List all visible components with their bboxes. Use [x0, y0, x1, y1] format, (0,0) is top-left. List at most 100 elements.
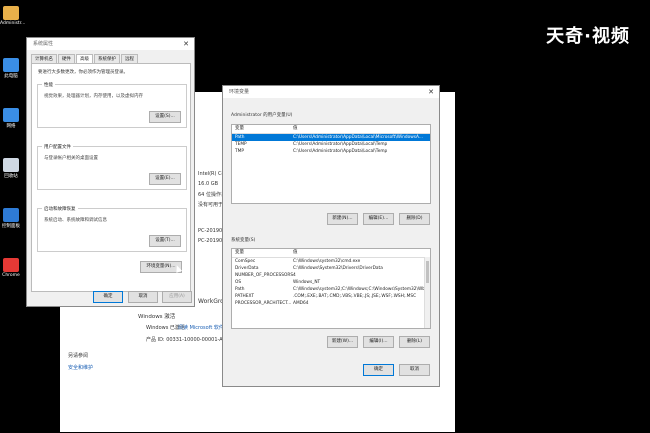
- cancel-button[interactable]: 取消: [128, 291, 158, 303]
- variable-name: Path: [235, 287, 245, 292]
- env-close-icon[interactable]: ✕: [428, 86, 434, 98]
- desktop-icon-label: 回收站: [4, 174, 18, 179]
- performance-group: 性能 视觉效果，处理器计划，内存使用，以及虚拟内存 设置(S)...: [37, 82, 187, 128]
- scrollbar[interactable]: [424, 257, 430, 328]
- startup-recovery-settings-button[interactable]: 设置(T)...: [149, 235, 181, 247]
- system-edit-button[interactable]: 编辑(I)...: [363, 336, 394, 348]
- apply-button[interactable]: 应用(A): [162, 291, 192, 303]
- administrator-folder-icon: [3, 6, 19, 20]
- computer-icon: [3, 58, 19, 72]
- variable-value: C:\Windows\system32\cmd.exe: [293, 259, 361, 264]
- environment-variables-dialog: 环境变量 ✕ Administrator 的用户变量(U) 变量 值 Path C…: [222, 85, 440, 387]
- system-properties-dialog: 系统属性 ✕ 计算机名 硬件 高级 系统保护 远程 要进行大多数更改，你必须作为管理员登…: [26, 37, 195, 307]
- user-variables-label: Administrator 的用户变量(U): [231, 113, 293, 118]
- startup-recovery-group: 启动和故障恢复 系统启动、系统故障和调试信息 设置(T)...: [37, 206, 187, 252]
- tab-item[interactable]: 计算机名: [31, 54, 57, 63]
- variable-value: C:\Windows\System32\Drivers\DriverData: [293, 266, 383, 271]
- table-row[interactable]: NUMBER_OF_PROCESSORS 4: [232, 272, 430, 279]
- desktop-icon-label: Chrome: [2, 273, 20, 278]
- system-delete-button[interactable]: 删除(L): [399, 336, 430, 348]
- desktop-icon-label: Administr...: [0, 21, 26, 26]
- desktop-icon[interactable]: 回收站: [0, 158, 22, 179]
- scrollbar-thumb[interactable]: [426, 261, 429, 283]
- variable-name: ComSpec: [235, 259, 256, 264]
- system-properties-title: 系统属性: [27, 38, 194, 50]
- chrome-icon: [3, 258, 19, 272]
- security-maintenance-link[interactable]: 安全和维护: [68, 364, 93, 371]
- memory-value: 16.0 GB: [198, 181, 219, 187]
- system-variables-table: 变量 值 ComSpec C:\Windows\system32\cmd.exe D…: [231, 248, 431, 329]
- desktop-icon[interactable]: Administr...: [0, 6, 26, 26]
- system-table-header: 变量 值: [232, 249, 430, 258]
- close-icon[interactable]: ✕: [183, 38, 189, 50]
- table-row[interactable]: DriverData C:\Windows\System32\Drivers\Dr…: [232, 265, 430, 272]
- variable-value: .COM;.EXE;.BAT;.CMD;.VBS;.VBE;.JS;.JSE;.…: [293, 294, 417, 299]
- variable-value: 4: [293, 273, 296, 278]
- table-row[interactable]: ComSpec C:\Windows\system32\cmd.exe: [232, 258, 430, 265]
- ok-button[interactable]: 确定: [93, 291, 123, 303]
- variable-value: Windows_NT: [293, 280, 321, 285]
- activation-heading: Windows 激活: [138, 314, 176, 320]
- table-row[interactable]: TEMP C:\Users\Administrator\AppData\Local…: [232, 141, 430, 148]
- col-variable: 变量: [235, 126, 244, 131]
- variable-name: Path: [235, 135, 245, 140]
- advanced-tab-panel: 要进行大多数更改，你必须作为管理员登录。 性能 视觉效果，处理器计划，内存使用，…: [31, 63, 191, 292]
- startup-recovery-desc: 系统启动、系统故障和调试信息: [44, 218, 107, 223]
- see-also-heading: 另请参阅: [68, 353, 89, 359]
- variable-value: C:\Windows\system32;C:\Windows;C:\Window…: [293, 287, 430, 292]
- desktop-icon[interactable]: Chrome: [0, 258, 22, 278]
- table-row[interactable]: TMP C:\Users\Administrator\AppData\Local\…: [232, 148, 430, 155]
- performance-desc: 视觉效果，处理器计划，内存使用，以及虚拟内存: [44, 94, 143, 99]
- tab-item[interactable]: 系统保护: [94, 54, 120, 63]
- user-edit-button[interactable]: 编辑(E)...: [363, 213, 394, 225]
- user-delete-button[interactable]: 删除(D): [399, 213, 430, 225]
- variable-name: TEMP: [235, 142, 247, 147]
- tab-item[interactable]: 远程: [121, 54, 138, 63]
- admin-note: 要进行大多数更改，你必须作为管理员登录。: [38, 70, 128, 75]
- table-row[interactable]: Path C:\Windows\system32;C:\Windows;C:\Wi…: [232, 286, 430, 293]
- table-row[interactable]: Path C:\Users\Administrator\AppData\Local…: [232, 134, 430, 141]
- variable-name: PATHEXT: [235, 294, 254, 299]
- variable-value: C:\Users\Administrator\AppData\Local\Tem…: [293, 149, 388, 154]
- desktop-icon-label: 控制面板: [2, 224, 20, 229]
- tab-item[interactable]: 高级: [76, 54, 93, 63]
- variable-name: TMP: [235, 149, 244, 154]
- variable-value: AMD64: [293, 301, 309, 306]
- user-new-button[interactable]: 新建(N)...: [327, 213, 358, 225]
- desktop-icon[interactable]: 此电脑: [0, 58, 22, 79]
- user-table-header: 变量 值: [232, 125, 430, 134]
- user-profiles-desc: 与登录帐户相关的桌面设置: [44, 156, 98, 161]
- user-variables-table: 变量 值 Path C:\Users\Administrator\AppData\…: [231, 124, 431, 204]
- variable-name: NUMBER_OF_PROCESSORS: [235, 273, 293, 278]
- desktop-icon[interactable]: 控制面板: [0, 208, 22, 229]
- variable-value: C:\Users\Administrator\AppData\Local\Tem…: [293, 142, 388, 147]
- user-profiles-heading: 用户配置文件: [42, 144, 73, 150]
- watermark-logo: 天奇·视频: [546, 26, 630, 47]
- startup-recovery-heading: 启动和故障恢复: [42, 206, 78, 212]
- env-ok-button[interactable]: 确定: [363, 364, 394, 376]
- env-cancel-button[interactable]: 取消: [399, 364, 430, 376]
- variable-name: DriverData: [235, 266, 259, 271]
- system-new-button[interactable]: 新建(W)...: [327, 336, 358, 348]
- col-variable: 变量: [235, 250, 244, 255]
- tab-item[interactable]: 硬件: [58, 54, 75, 63]
- desktop-icon-label: 网络: [6, 124, 16, 129]
- col-value: 值: [293, 126, 298, 131]
- performance-heading: 性能: [42, 82, 55, 88]
- desktop-icon[interactable]: 网络: [0, 108, 22, 129]
- variable-name: PROCESSOR_ARCHITECT...: [235, 301, 292, 306]
- tab-bar: 计算机名 硬件 高级 系统保护 远程: [31, 54, 139, 63]
- table-row[interactable]: PROCESSOR_ARCHITECT... AMD64: [232, 300, 430, 307]
- table-row[interactable]: OS Windows_NT: [232, 279, 430, 286]
- user-profiles-settings-button[interactable]: 设置(E)...: [149, 173, 181, 185]
- desktop-icon-label: 此电脑: [4, 74, 18, 79]
- variable-name: OS: [235, 280, 242, 285]
- table-row[interactable]: PATHEXT .COM;.EXE;.BAT;.CMD;.VBS;.VBE;.JS…: [232, 293, 430, 300]
- user-profiles-group: 用户配置文件 与登录帐户相关的桌面设置 设置(E)...: [37, 144, 187, 190]
- variable-value: C:\Users\Administrator\AppData\Local\Mic…: [293, 135, 423, 140]
- recycle-bin-icon: [3, 158, 19, 172]
- env-dialog-title: 环境变量: [223, 86, 439, 98]
- col-value: 值: [293, 250, 298, 255]
- performance-settings-button[interactable]: 设置(S)...: [149, 111, 181, 123]
- network-icon: [3, 108, 19, 122]
